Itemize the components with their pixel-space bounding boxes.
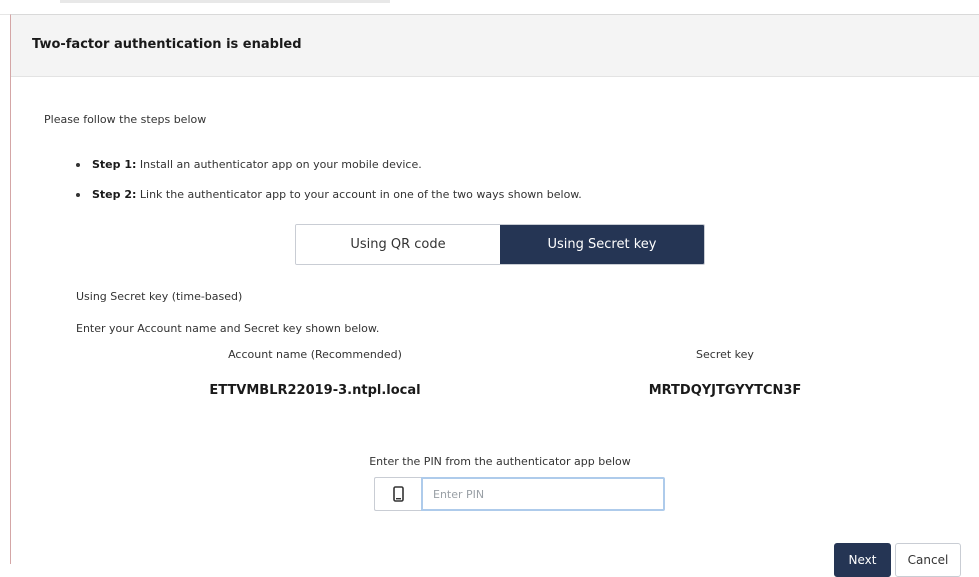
account-name-value: ETTVMBLR22019-3.ntpl.local [209, 383, 421, 398]
account-name-label: Account name (Recommended) [228, 348, 402, 361]
background-bar [60, 0, 390, 3]
next-button[interactable]: Next [834, 543, 891, 577]
step-text: Install an authenticator app on your mob… [136, 158, 422, 171]
step-label: Step 1: [92, 158, 137, 171]
secret-key-value: MRTDQYJTGYYTCN3F [648, 383, 802, 398]
intro-text: Please follow the steps below [44, 113, 207, 126]
secret-key-heading: Using Secret key (time-based) [76, 290, 243, 303]
dialog-header: Two-factor authentication is enabled [11, 15, 979, 77]
step-item-2: Step 2: Link the authenticator app to yo… [76, 180, 582, 210]
steps-list: Step 1: Install an authenticator app on … [76, 150, 582, 210]
pin-input[interactable] [421, 477, 665, 511]
bullet-icon [76, 193, 80, 197]
pin-input-group [374, 477, 665, 511]
tab-qr-code[interactable]: Using QR code [296, 225, 500, 264]
tab-secret-key[interactable]: Using Secret key [500, 225, 704, 264]
secret-key-label: Secret key [696, 348, 754, 361]
pin-addon [374, 477, 421, 511]
step-item-1: Step 1: Install an authenticator app on … [76, 150, 582, 180]
dialog-title: Two-factor authentication is enabled [32, 37, 302, 52]
bullet-icon [76, 163, 80, 167]
secret-key-column: Secret key MRTDQYJTGYYTCN3F [590, 348, 860, 398]
pin-label: Enter the PIN from the authenticator app… [369, 455, 631, 468]
secret-key-instruction: Enter your Account name and Secret key s… [76, 322, 380, 335]
cancel-button[interactable]: Cancel [895, 543, 961, 577]
account-name-column: Account name (Recommended) ETTVMBLR22019… [175, 348, 455, 398]
step-text: Link the authenticator app to your accou… [136, 188, 582, 201]
link-method-toggle: Using QR code Using Secret key [295, 224, 705, 265]
mobile-phone-icon [392, 486, 404, 502]
step-label: Step 2: [92, 188, 137, 201]
background-window [0, 0, 979, 15]
